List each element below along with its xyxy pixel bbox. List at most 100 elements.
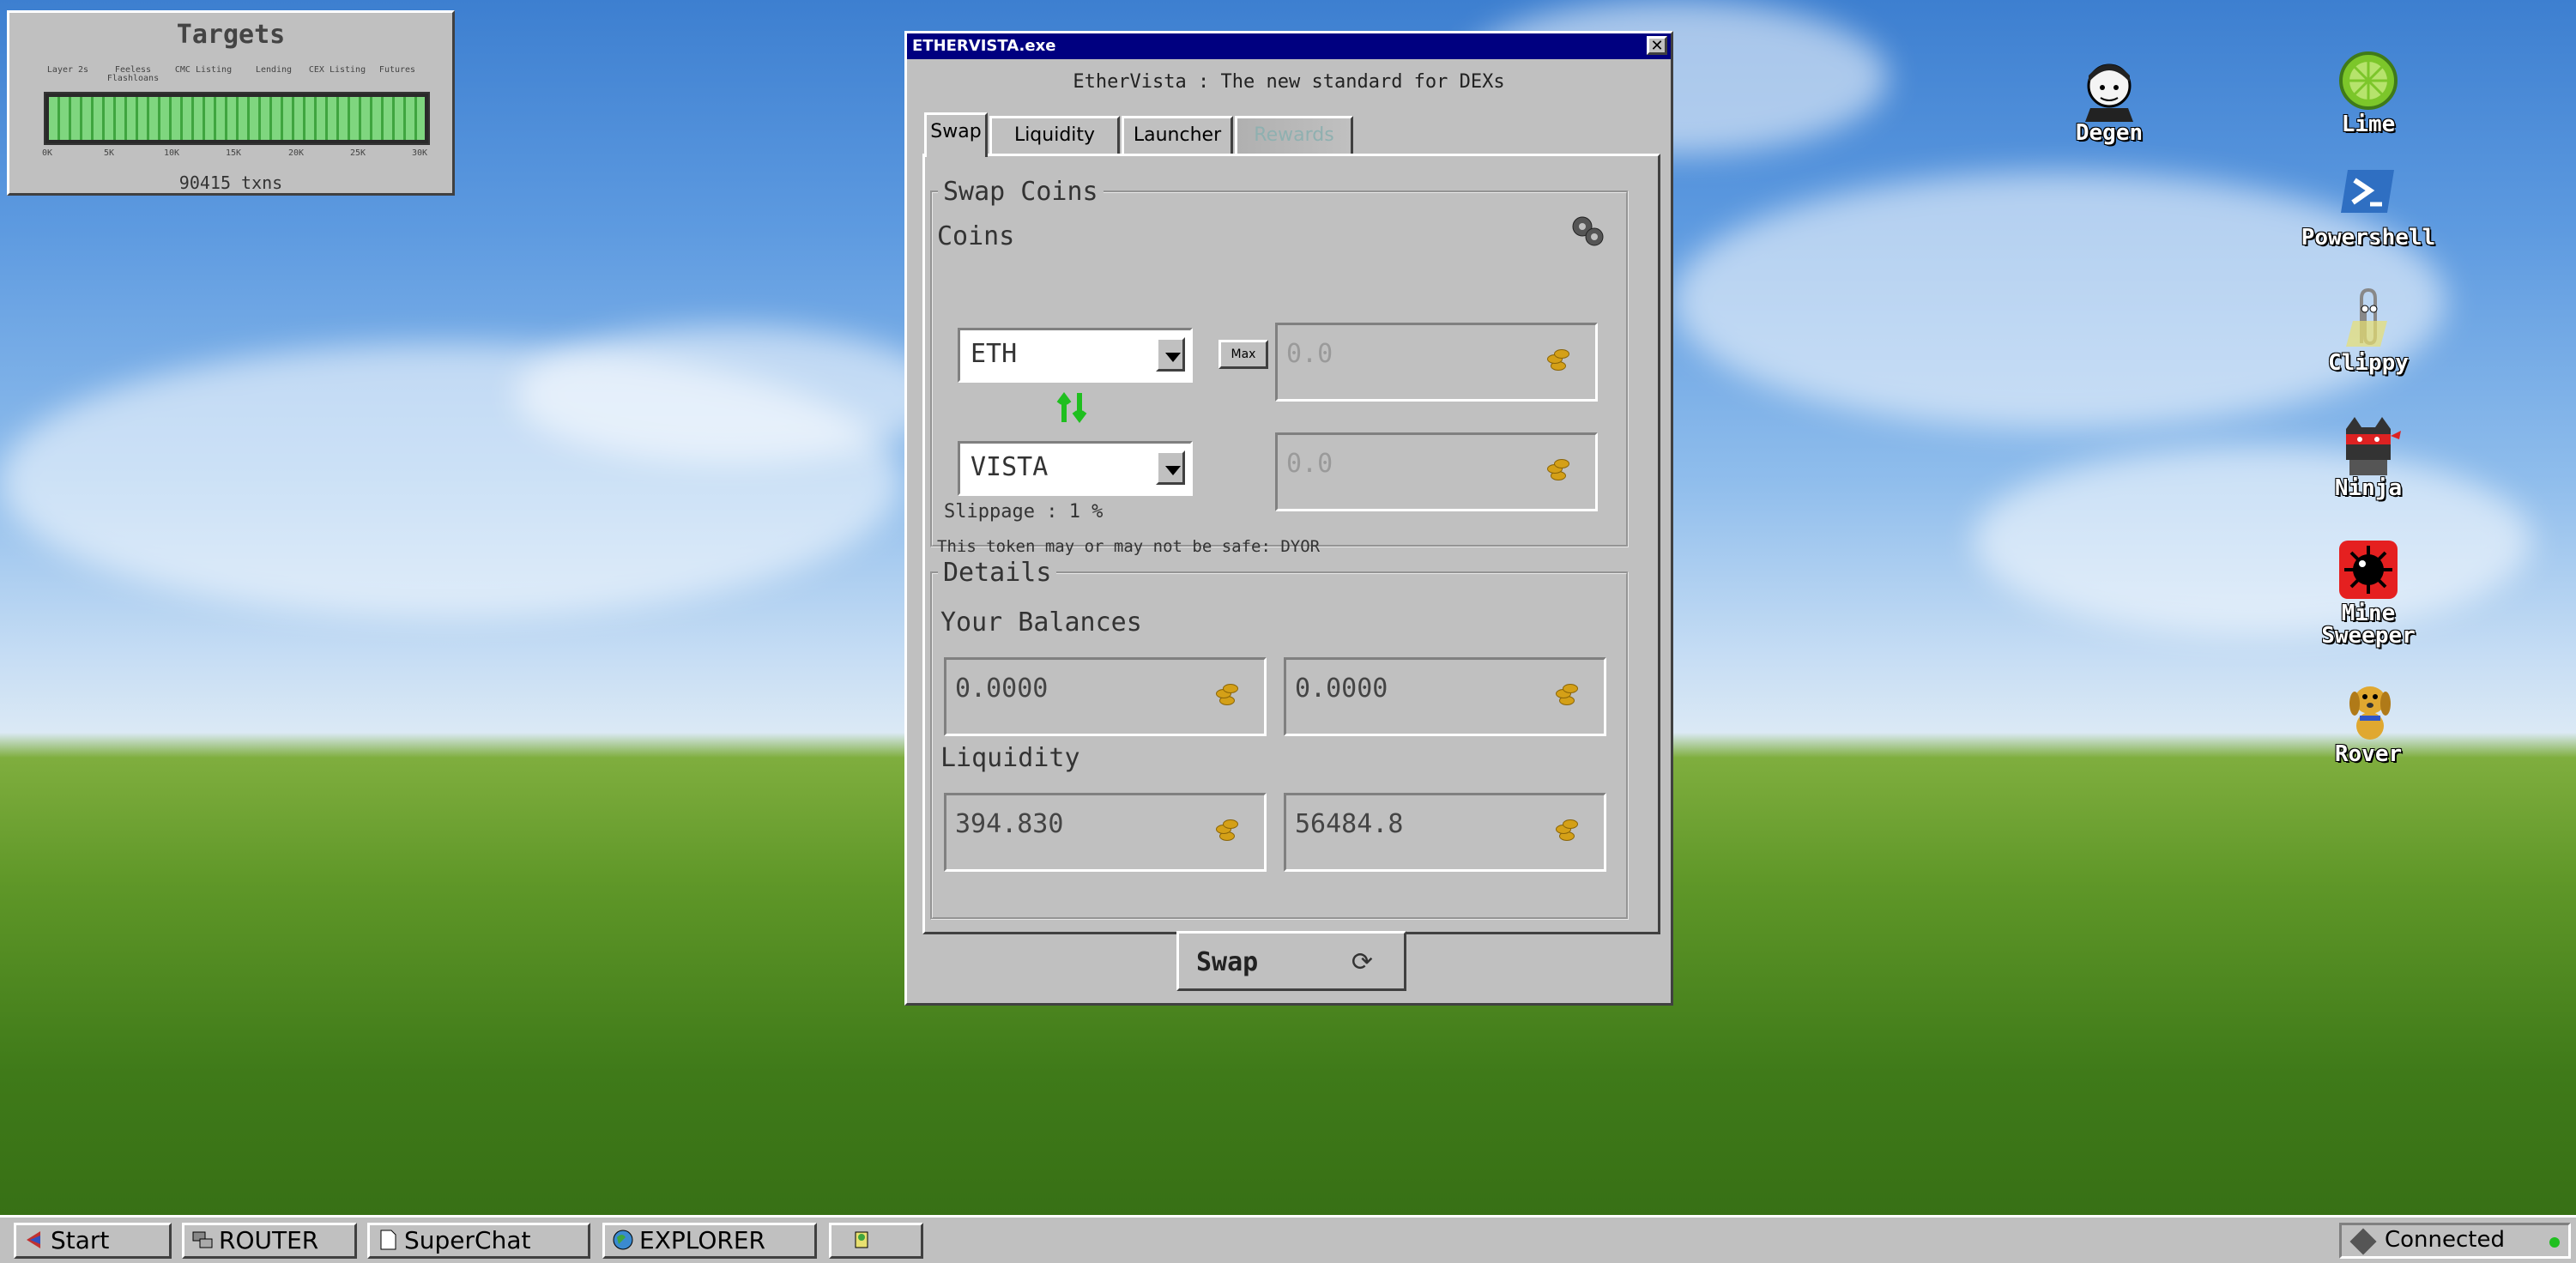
tick-label: 0K <box>41 148 53 158</box>
lime-icon <box>2336 48 2401 113</box>
to-coin-select[interactable]: VISTA <box>958 441 1193 496</box>
safety-warning: This token may or may not be safe: DYOR <box>937 537 1321 556</box>
balance-a-value: 0.0000 <box>955 674 1049 704</box>
desktop-icon-label: Degen <box>2075 120 2144 146</box>
tick-label: 10K <box>163 148 180 158</box>
desktop-icon-rover[interactable]: Rover <box>2291 678 2446 765</box>
milestone-label: Feeless Flashloans <box>106 65 160 83</box>
tab-rewards[interactable]: Rewards <box>1235 116 1353 155</box>
desktop-icon-ninja[interactable]: Ninja <box>2291 412 2446 499</box>
switch-direction-button[interactable] <box>1055 391 1090 424</box>
start-label: Start <box>51 1226 110 1254</box>
taskbar-router-button[interactable]: ROUTER <box>182 1223 357 1259</box>
coins-icon <box>1214 684 1238 706</box>
chevron-down-icon[interactable] <box>1156 337 1185 372</box>
window-subtitle: EtherVista : The new standard for DEXs <box>1073 71 1505 93</box>
status-indicator <box>2549 1237 2560 1248</box>
powershell-icon <box>2336 161 2401 227</box>
max-button[interactable]: Max <box>1218 340 1268 369</box>
swap-coins-legend: Swap Coins <box>943 177 1098 207</box>
close-icon: ✕ <box>1650 37 1664 55</box>
start-icon <box>27 1231 40 1248</box>
gear-icon <box>1572 216 1604 246</box>
window-title: ETHERVISTA.exe <box>912 37 1056 55</box>
settings-button[interactable] <box>1569 213 1606 251</box>
desktop-icon-lime[interactable]: Lime <box>2291 48 2446 136</box>
taskbar-button-label: EXPLORER <box>639 1226 765 1254</box>
from-coin-select[interactable]: ETH <box>958 328 1193 383</box>
balance-b-value: 0.0000 <box>1295 674 1388 704</box>
to-amount-input[interactable]: 0.0 <box>1275 432 1598 511</box>
tick-label: 20K <box>287 148 305 158</box>
desktop-icon-degen[interactable]: Degen <box>2032 57 2186 144</box>
globe-icon <box>613 1230 633 1250</box>
connection-status[interactable]: Connected <box>2339 1223 2571 1259</box>
desktop-icon-clippy[interactable]: Clippy <box>2291 287 2446 374</box>
taskbar-app-button[interactable] <box>829 1223 923 1259</box>
desktop-icon-powershell[interactable]: Powershell <box>2291 161 2446 249</box>
swap-tab-panel: Swap Coins Coins ETH Max 0.0 VISTA 0.0 S… <box>922 154 1660 934</box>
coins-label: Coins <box>937 221 1015 251</box>
targets-ticks: 0K 5K 10K 15K 20K 25K 30K <box>41 148 430 160</box>
cloud <box>1974 446 2531 635</box>
router-icon <box>192 1231 213 1248</box>
slippage-label: Slippage : 1 % <box>944 501 1104 523</box>
swap-arrows-icon <box>1056 392 1087 423</box>
connection-status-text: Connected <box>2385 1227 2506 1253</box>
tab-swap[interactable]: Swap <box>924 112 988 157</box>
desktop-icon-label: Mine Sweeper <box>2321 601 2416 649</box>
ninja-icon <box>2336 412 2401 477</box>
tab-launcher[interactable]: Launcher <box>1122 116 1233 155</box>
targets-widget: Targets Layer 2s Feeless Flashloans CMC … <box>7 10 455 196</box>
clippy-icon <box>2336 287 2401 352</box>
tab-liquidity[interactable]: Liquidity <box>989 116 1120 155</box>
taskbar: Start ROUTER SuperChat EXPLORER Connecte… <box>0 1215 2576 1263</box>
your-balances-label: Your Balances <box>940 607 1142 638</box>
targets-title: Targets <box>176 20 286 50</box>
refresh-icon: ⟳ <box>1351 947 1373 977</box>
details-legend: Details <box>943 558 1052 588</box>
taskbar-explorer-button[interactable]: EXPLORER <box>602 1223 817 1259</box>
liquidity-b-display: 56484.8 <box>1284 793 1606 872</box>
coins-icon <box>1545 349 1569 372</box>
start-button[interactable]: Start <box>14 1223 172 1259</box>
taskbar-button-label: SuperChat <box>404 1226 531 1254</box>
milestone-label: Futures <box>378 65 416 75</box>
milestone-label: Lending <box>255 65 293 75</box>
targets-progress-bar <box>44 92 430 145</box>
from-amount-input[interactable]: 0.0 <box>1275 323 1598 402</box>
swap-button-label: Swap <box>1196 947 1259 977</box>
liquidity-a-value: 394.830 <box>955 809 1064 839</box>
cloud <box>515 326 944 463</box>
coins-icon <box>1554 819 1578 842</box>
liquidity-label: Liquidity <box>940 743 1080 773</box>
targets-progress-fill <box>49 97 425 140</box>
balance-b-display: 0.0000 <box>1284 657 1606 736</box>
milestone-label: CMC Listing <box>174 65 233 75</box>
ethervista-window: ETHERVISTA.exe ✕ EtherVista : The new st… <box>904 31 1673 1006</box>
liquidity-b-value: 56484.8 <box>1295 809 1404 839</box>
desktop-icon-label: Powershell <box>2301 225 2436 251</box>
milestone-label: CEX Listing <box>308 65 366 75</box>
tick-label: 5K <box>103 148 115 158</box>
tick-label: 30K <box>411 148 428 158</box>
tick-label: 15K <box>225 148 242 158</box>
taskbar-superchat-button[interactable]: SuperChat <box>367 1223 590 1259</box>
desktop-icon-label: Ninja <box>2334 475 2403 501</box>
close-button[interactable]: ✕ <box>1647 36 1667 55</box>
swap-button[interactable]: Swap ⟳ <box>1176 931 1406 991</box>
window-titlebar[interactable]: ETHERVISTA.exe ✕ <box>907 33 1671 59</box>
desktop-icon-label: Clippy <box>2328 350 2409 376</box>
degen-icon <box>2077 57 2142 122</box>
coins-icon <box>1545 459 1569 481</box>
txns-count: 90415 txns <box>178 172 283 193</box>
targets-milestones: Layer 2s Feeless Flashloans CMC Listing … <box>44 66 434 90</box>
to-amount-value: 0.0 <box>1286 449 1333 479</box>
liquidity-a-display: 394.830 <box>944 793 1267 872</box>
coins-icon <box>1214 819 1238 842</box>
to-coin-value: VISTA <box>971 452 1049 482</box>
desktop-icon-minesweeper[interactable]: Mine Sweeper <box>2291 537 2446 647</box>
rover-dog-icon <box>2336 678 2401 743</box>
tick-label: 25K <box>349 148 366 158</box>
chevron-down-icon[interactable] <box>1156 450 1185 485</box>
